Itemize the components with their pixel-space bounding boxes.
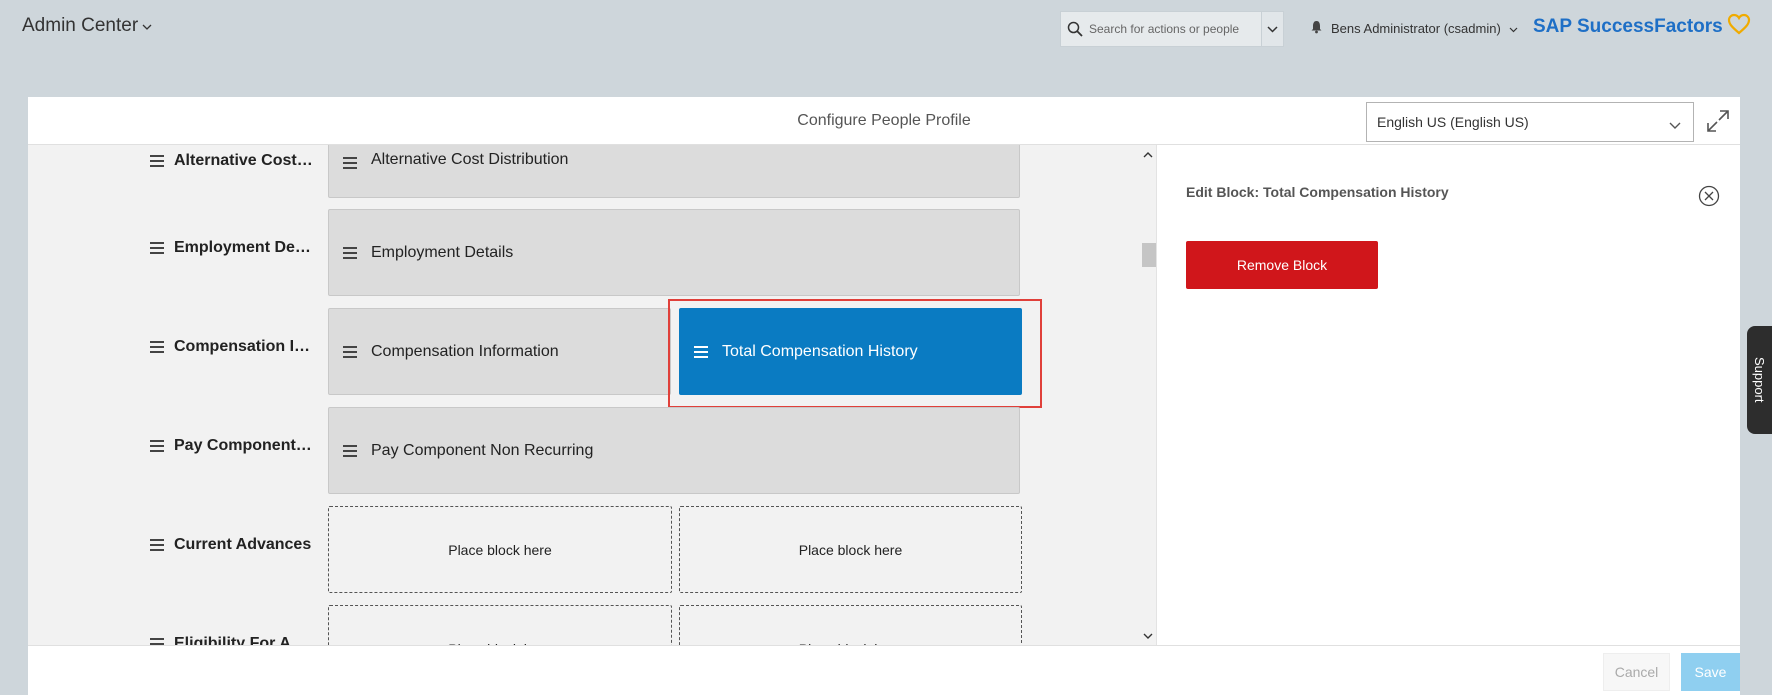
row-label-text: Eligibility For A…: [174, 635, 307, 645]
chevron-down-icon: [1669, 117, 1681, 133]
block-total-compensation-history[interactable]: Total Compensation History: [679, 308, 1022, 395]
layout-row: Pay Component… Pay Component Non Recurri…: [28, 407, 1156, 497]
row-label-text: Pay Component…: [174, 437, 312, 454]
block-drop-zone[interactable]: Place block here: [679, 605, 1022, 645]
drag-handle-icon[interactable]: [150, 638, 164, 645]
search-dropdown-button[interactable]: [1261, 12, 1283, 46]
drag-handle-icon[interactable]: [343, 246, 357, 259]
brand-logo[interactable]: SAP SuccessFactors: [1533, 13, 1751, 41]
layout-row: Compensation I… Compensation Information…: [28, 299, 1156, 408]
edit-block-panel: Edit Block: Total Compensation History R…: [1156, 145, 1740, 645]
remove-block-button[interactable]: Remove Block: [1186, 241, 1378, 289]
cancel-button[interactable]: Cancel: [1603, 653, 1670, 691]
search-box: [1060, 11, 1284, 47]
support-tab[interactable]: Support: [1747, 326, 1772, 434]
scroll-up-icon[interactable]: [1140, 147, 1156, 161]
layout-canvas: Alternative Cost… Alternative Cost Distr…: [28, 145, 1156, 645]
scroll-down-icon[interactable]: [1140, 629, 1156, 643]
row-label[interactable]: Compensation I…: [150, 338, 310, 356]
bell-icon[interactable]: [1310, 20, 1323, 37]
block-label: Compensation Information: [371, 342, 559, 360]
save-button[interactable]: Save: [1681, 653, 1740, 691]
block-alternative-cost-distribution[interactable]: Alternative Cost Distribution: [328, 145, 1020, 198]
language-select[interactable]: English US (English US): [1366, 102, 1694, 142]
row-label[interactable]: Employment De…: [150, 239, 311, 257]
search-input[interactable]: [1089, 22, 1259, 36]
support-label: Support: [1752, 357, 1767, 403]
row-label[interactable]: Alternative Cost…: [150, 152, 313, 170]
panel-footer: Cancel Save: [28, 645, 1740, 695]
block-label: Employment Details: [371, 243, 514, 261]
block-drop-zone[interactable]: Place block here: [328, 506, 672, 593]
row-label[interactable]: Current Advances: [150, 536, 311, 554]
block-drop-zone[interactable]: Place block here: [328, 605, 672, 645]
drag-handle-icon[interactable]: [343, 157, 357, 169]
user-menu[interactable]: Bens Administrator (csadmin): [1310, 20, 1518, 37]
app-title-menu[interactable]: Admin Center: [22, 15, 152, 37]
panel-header: Configure People Profile English US (Eng…: [28, 97, 1740, 145]
expand-icon[interactable]: [1706, 109, 1730, 133]
chevron-down-icon: [142, 22, 152, 34]
language-value: English US (English US): [1377, 114, 1529, 130]
close-icon[interactable]: [1698, 185, 1720, 207]
row-label-text: Compensation I…: [174, 338, 311, 355]
block-label: Total Compensation History: [722, 342, 918, 360]
drag-handle-icon[interactable]: [694, 345, 708, 358]
drag-handle-icon[interactable]: [343, 444, 357, 457]
top-bar: Admin Center Bens Administrator (csadmin…: [0, 0, 1772, 81]
edit-block-title: Edit Block: Total Compensation History: [1186, 184, 1449, 200]
chevron-down-icon: [1267, 25, 1278, 33]
search-icon: [1061, 21, 1089, 37]
user-name: Bens Administrator (csadmin): [1331, 21, 1501, 36]
row-label-text: Alternative Cost…: [174, 152, 313, 169]
drag-handle-icon[interactable]: [150, 155, 164, 167]
row-label[interactable]: Eligibility For A…: [150, 635, 307, 645]
row-label[interactable]: Pay Component…: [150, 437, 312, 455]
block-compensation-information[interactable]: Compensation Information: [328, 308, 671, 395]
layout-row: Current Advances Place block here Place …: [28, 506, 1156, 596]
block-employment-details[interactable]: Employment Details: [328, 209, 1020, 296]
configure-panel: Configure People Profile English US (Eng…: [28, 97, 1740, 695]
block-drop-zone[interactable]: Place block here: [679, 506, 1022, 593]
row-label-text: Employment De…: [174, 239, 311, 256]
block-pay-component-non-recurring[interactable]: Pay Component Non Recurring: [328, 407, 1020, 494]
heart-icon: [1727, 13, 1751, 41]
brand-name: SAP SuccessFactors: [1533, 16, 1723, 37]
block-label: Alternative Cost Distribution: [371, 151, 569, 168]
drag-handle-icon[interactable]: [150, 242, 164, 254]
canvas-scrollbar[interactable]: [1140, 145, 1156, 645]
drag-handle-icon[interactable]: [150, 539, 164, 551]
block-label: Pay Component Non Recurring: [371, 441, 594, 459]
drag-handle-icon[interactable]: [150, 341, 164, 353]
layout-row: Alternative Cost… Alternative Cost Distr…: [28, 145, 1156, 201]
layout-row: Employment De… Employment Details: [28, 209, 1156, 299]
chevron-down-icon: [1509, 21, 1518, 36]
scrollbar-thumb[interactable]: [1142, 243, 1156, 267]
app-title: Admin Center: [22, 15, 139, 36]
drag-handle-icon[interactable]: [150, 440, 164, 452]
layout-row: Eligibility For A… Place block here Plac…: [28, 605, 1156, 645]
row-label-text: Current Advances: [174, 536, 312, 553]
drag-handle-icon[interactable]: [343, 345, 357, 358]
